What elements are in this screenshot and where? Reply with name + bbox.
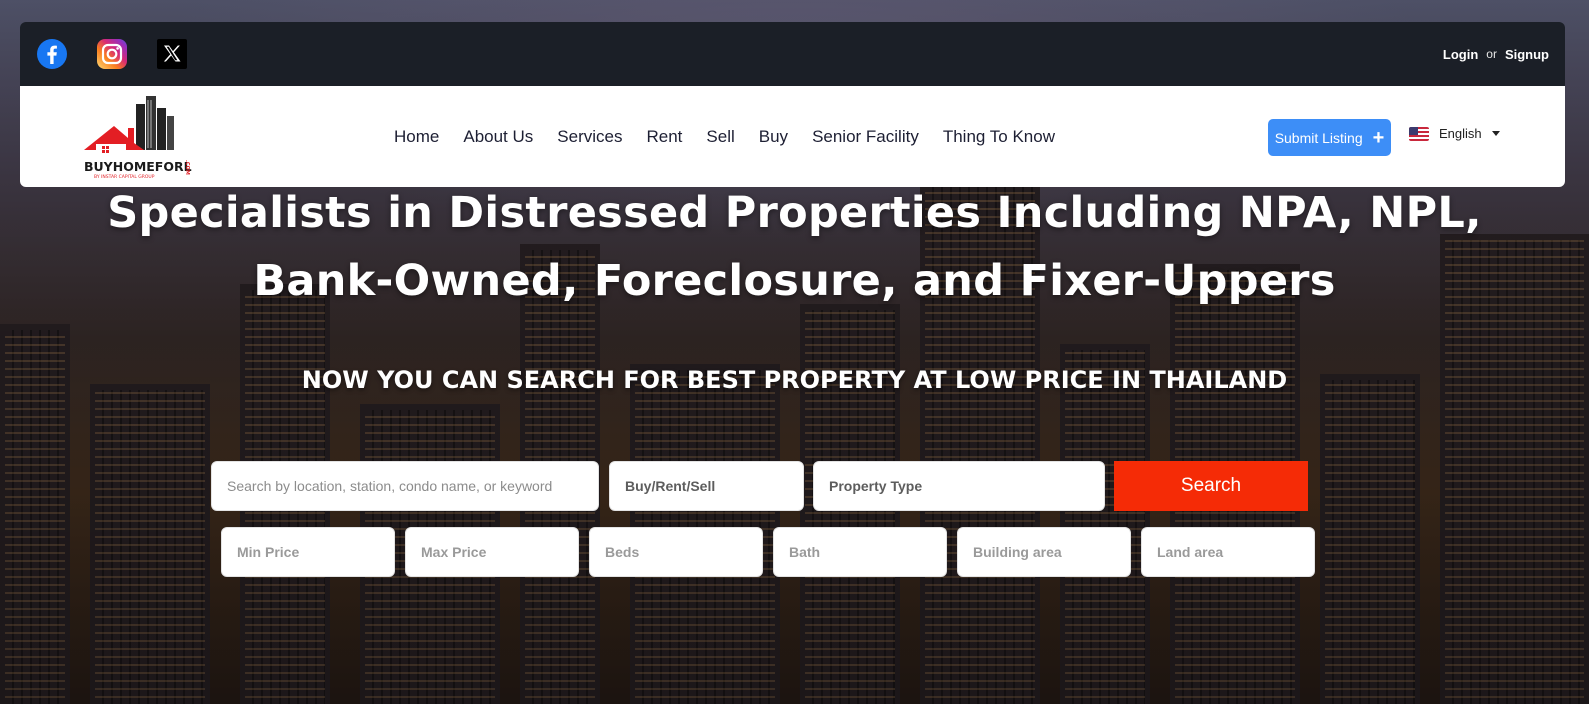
- submit-listing-label: Submit Listing: [1274, 129, 1363, 146]
- min-price-input[interactable]: [221, 527, 395, 577]
- svg-text:BY INSTAR CAPITAL GROUP: BY INSTAR CAPITAL GROUP: [94, 174, 155, 180]
- us-flag-icon: [1409, 126, 1429, 141]
- search-button[interactable]: Search: [1114, 461, 1308, 511]
- svg-text:.COM: .COM: [184, 160, 190, 175]
- nav-rent[interactable]: Rent: [646, 127, 682, 147]
- top-bar: Login or Signup: [20, 22, 1565, 86]
- submit-listing-button[interactable]: Submit Listing +: [1268, 119, 1391, 156]
- language-label: English: [1439, 126, 1482, 141]
- nav-senior-facility[interactable]: Senior Facility: [812, 127, 919, 147]
- max-price-input[interactable]: [405, 527, 579, 577]
- hero-headline-line1: Specialists in Distressed Properties Inc…: [107, 188, 1482, 238]
- svg-text:BUYHOMEFORLESS: BUYHOMEFORLESS: [84, 159, 192, 174]
- listing-type-select[interactable]: [609, 461, 804, 511]
- instagram-icon[interactable]: [96, 38, 128, 70]
- primary-nav: Home About Us Services Rent Sell Buy Sen…: [394, 86, 1055, 187]
- main-navbar: BUYHOMEFORLESS .COM BY INSTAR CAPITAL GR…: [20, 86, 1565, 187]
- property-type-select[interactable]: [813, 461, 1105, 511]
- bath-input[interactable]: [773, 527, 947, 577]
- facebook-icon[interactable]: [36, 38, 68, 70]
- plus-icon: +: [1372, 126, 1385, 149]
- nav-buy[interactable]: Buy: [759, 127, 788, 147]
- nav-services[interactable]: Services: [557, 127, 622, 147]
- land-area-input[interactable]: [1141, 527, 1315, 577]
- nav-sell[interactable]: Sell: [706, 127, 734, 147]
- nav-thing-to-know[interactable]: Thing To Know: [943, 127, 1055, 147]
- signup-link[interactable]: Signup: [1505, 47, 1549, 62]
- keyword-search-input[interactable]: [211, 461, 599, 511]
- brand-logo[interactable]: BUYHOMEFORLESS .COM BY INSTAR CAPITAL GR…: [82, 94, 218, 182]
- social-links: [36, 38, 188, 70]
- hero-headline-line2: Bank-Owned, Foreclosure, and Fixer-Upper…: [253, 256, 1336, 306]
- beds-input[interactable]: [589, 527, 763, 577]
- login-link[interactable]: Login: [1443, 47, 1478, 62]
- building-area-input[interactable]: [957, 527, 1131, 577]
- language-selector[interactable]: English: [1409, 126, 1500, 141]
- nav-about-us[interactable]: About Us: [463, 127, 533, 147]
- chevron-down-icon: [1491, 131, 1500, 136]
- nav-home[interactable]: Home: [394, 127, 439, 147]
- auth-separator: or: [1486, 47, 1497, 61]
- x-icon[interactable]: [156, 38, 188, 70]
- auth-links: Login or Signup: [1443, 47, 1549, 62]
- hero-subheadline: NOW YOU CAN SEARCH FOR BEST PROPERTY AT …: [301, 366, 1288, 394]
